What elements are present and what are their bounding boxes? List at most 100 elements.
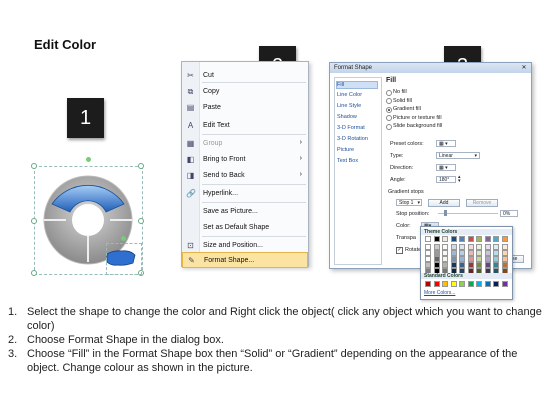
angle-spinner-icon[interactable]: ▴ ▾ (458, 175, 461, 184)
page-title: Edit Color (34, 37, 97, 52)
menu-item-label: Save as Picture... (203, 208, 258, 215)
type-label: Type: (390, 153, 404, 159)
remove-stop-button[interactable]: Remove (466, 199, 498, 207)
menu-item-hyperlink[interactable]: 🔗 Hyperlink... (182, 186, 308, 202)
standard-color-swatch[interactable] (467, 281, 474, 287)
theme-color-swatch[interactable] (425, 236, 431, 242)
instruction-item: 3. Choose “Fill” in the Format Shape box … (8, 347, 552, 375)
fill-option-label: Picture or texture fill (393, 114, 442, 121)
menu-item-save-as-picture[interactable]: Save as Picture... (182, 204, 308, 220)
scissors-icon: ✂ (187, 71, 194, 80)
angle-input[interactable]: 180° (436, 176, 456, 183)
stop-position-slider[interactable] (438, 213, 498, 214)
send-back-icon: ◨ (186, 171, 195, 180)
resize-handle-ne[interactable] (138, 163, 144, 169)
submenu-arrow-icon: › (299, 139, 302, 146)
fill-option-radio[interactable] (386, 106, 392, 113)
standard-colors-label: Standard Colors (421, 273, 512, 279)
theme-color-swatch[interactable] (467, 236, 474, 242)
instruction-item: 1. Select the shape to change the color a… (8, 305, 552, 333)
instruction-number: 1. (8, 306, 18, 318)
type-dropdown[interactable]: Linear ▾ (436, 152, 480, 159)
hyperlink-icon: 🔗 (186, 189, 196, 198)
menu-item-send-to-back[interactable]: ◨ Send to Back › (182, 168, 308, 184)
dialog-close-icon[interactable]: ✕ (520, 64, 528, 72)
instruction-text: Select the shape to change the color and… (27, 306, 542, 332)
menu-item-label: Cut (203, 72, 214, 79)
theme-color-swatch[interactable] (459, 236, 465, 242)
piece-rotation-handle[interactable] (121, 236, 126, 241)
fill-option-label: Slide background fill (393, 123, 443, 129)
resize-handle-w[interactable] (31, 218, 37, 224)
theme-colors-label: Theme Colors (421, 229, 512, 235)
menu-item-set-as-default-shape[interactable]: Set as Default Shape (182, 220, 308, 236)
standard-color-swatch[interactable] (433, 281, 440, 287)
menu-item-label: Format Shape... (204, 257, 255, 264)
standard-color-swatch[interactable] (501, 281, 508, 287)
fill-option-label: No fill (393, 89, 407, 95)
resize-handle-sw[interactable] (31, 270, 37, 276)
rotation-handle[interactable] (86, 157, 91, 162)
category-fill[interactable]: Fill (336, 81, 378, 89)
standard-color-swatch[interactable] (450, 281, 457, 287)
stop-position-thumb[interactable] (444, 210, 447, 216)
category-3-d-format[interactable]: 3-D Format (337, 125, 365, 131)
standard-color-swatch[interactable] (459, 281, 465, 287)
category-line-style[interactable]: Line Style (337, 103, 361, 109)
theme-color-swatch[interactable] (442, 236, 448, 242)
menu-item-label: Bring to Front (203, 156, 246, 163)
menu-item-copy[interactable]: ⧉ Copy (182, 84, 308, 100)
add-stop-button[interactable]: Add (428, 199, 460, 207)
stop-dropdown[interactable]: Stop 1 ▾ (396, 199, 422, 206)
dialog-titlebar: Format Shape ✕ (330, 63, 531, 73)
standard-color-swatch[interactable] (442, 281, 448, 287)
edit-text-icon: A (187, 121, 194, 130)
standard-color-swatch[interactable] (493, 281, 499, 287)
color-palette-dropdown: Theme Colors Standard Colors More Colors… (420, 226, 513, 300)
category-line-color[interactable]: Line Color (337, 92, 362, 98)
submenu-arrow-icon: › (299, 155, 302, 162)
submenu-arrow-icon: › (299, 171, 302, 178)
theme-color-swatch[interactable] (493, 236, 499, 242)
stop-position-label: Stop position: (396, 211, 430, 217)
theme-color-swatch[interactable] (450, 236, 457, 242)
group-icon: ▦ (186, 139, 195, 148)
resize-handle-nw[interactable] (31, 163, 37, 169)
gradient-stops-label: Gradient stops (388, 189, 424, 195)
menu-item-label: Size and Position... (203, 242, 263, 249)
stop-position-input[interactable]: 0% (500, 210, 518, 217)
standard-color-swatch[interactable] (484, 281, 491, 287)
rotate-checkbox[interactable]: ✓ (396, 247, 403, 254)
standard-color-swatch[interactable] (425, 281, 431, 287)
context-menu: ✂ Cut ⧉ Copy ▤ Paste A Edit Text ▦ Group › ◧ Bring t… (181, 61, 309, 268)
category-text-box[interactable]: Text Box (337, 158, 358, 164)
category-shadow[interactable]: Shadow (337, 114, 357, 120)
menu-item-paste[interactable]: ▤ Paste (182, 100, 308, 116)
more-colors-link[interactable]: More Colors... (424, 290, 455, 296)
menu-item-edit-text[interactable]: A Edit Text (182, 118, 308, 134)
fill-option-radio[interactable] (386, 89, 392, 96)
menu-item-label: Set as Default Shape (203, 224, 270, 231)
fill-option-radio[interactable] (386, 123, 392, 130)
theme-color-swatch[interactable] (484, 236, 491, 242)
menu-item-bring-to-front[interactable]: ◧ Bring to Front › (182, 152, 308, 168)
standard-color-swatch[interactable] (476, 281, 482, 287)
menu-separator (202, 236, 306, 237)
resize-handle-e[interactable] (138, 218, 144, 224)
fill-option-radio[interactable] (386, 98, 392, 104)
theme-color-swatch[interactable] (476, 236, 482, 242)
step-1-badge: 1 (67, 98, 104, 138)
menu-item-format-shape[interactable]: ✎ Format Shape... (182, 252, 308, 268)
menu-item-group[interactable]: ▦ Group › (182, 136, 308, 152)
rotate-label: Rotate (405, 247, 422, 253)
theme-color-swatch[interactable] (501, 236, 508, 242)
category-3-d-rotation[interactable]: 3-D Rotation (337, 136, 368, 142)
preset-colors-dropdown[interactable]: ▦ ▾ (436, 140, 456, 147)
fill-option-label: Gradient fill (393, 106, 421, 112)
direction-dropdown[interactable]: ▦ ▾ (436, 164, 456, 171)
fill-option-radio[interactable] (386, 115, 392, 121)
menu-separator (202, 202, 306, 203)
theme-color-swatch[interactable] (433, 236, 440, 242)
menu-item-label: Paste (203, 104, 221, 111)
category-picture[interactable]: Picture (337, 147, 354, 153)
